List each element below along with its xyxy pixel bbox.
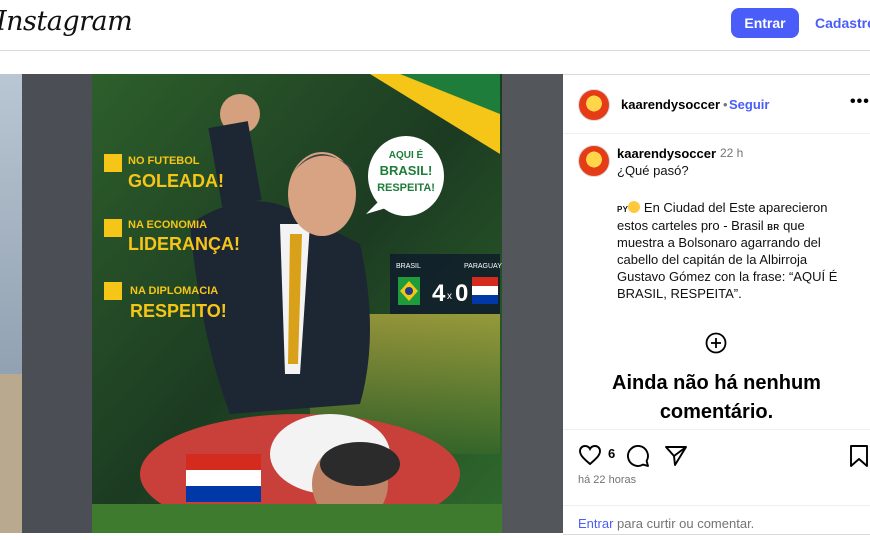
emoji-icon bbox=[628, 201, 641, 213]
no-comments-message: Ainda não há nenhum comentário. bbox=[563, 369, 870, 427]
separator-dot: • bbox=[723, 97, 728, 112]
slogan-3-big: RESPEITO! bbox=[130, 301, 227, 321]
caption-avatar[interactable] bbox=[578, 145, 610, 177]
speech-line-2: BRASIL! bbox=[380, 163, 433, 178]
save-bookmark-icon[interactable] bbox=[849, 444, 869, 468]
post-username[interactable]: kaarendysoccer bbox=[621, 97, 720, 112]
billboard-photo: NO FUTEBOL GOLEADA! NA ECONOMIA LIDERANÇ… bbox=[0, 74, 563, 533]
no-comments-line-1: Ainda não há nenhum bbox=[612, 372, 821, 394]
caption-line-1: ¿Qué pasó? bbox=[617, 163, 689, 178]
caption-line-3b: que bbox=[783, 218, 805, 233]
caption-line-6: Gustavo Gómez con la frase: “AQUÍ É bbox=[617, 269, 838, 284]
top-navbar: Instagram Entrar Cadastre-se bbox=[0, 0, 870, 51]
score-away-goals: 0 bbox=[455, 280, 468, 307]
score-home-team: BRASIL bbox=[396, 263, 421, 270]
caption-line-3: estos carteles pro - Brasil BR que bbox=[617, 218, 805, 233]
caption-line-3a: estos carteles pro - Brasil bbox=[617, 218, 764, 233]
caption-username[interactable]: kaarendysoccer bbox=[617, 146, 716, 161]
signup-link[interactable]: Cadastre-se bbox=[815, 15, 870, 31]
post-time-ago[interactable]: há 22 horas bbox=[578, 474, 636, 486]
instagram-logo[interactable]: Instagram bbox=[0, 6, 133, 37]
slogan-1-big: GOLEADA! bbox=[128, 171, 224, 191]
post-header: kaarendysoccer • Seguir ••• bbox=[563, 75, 870, 134]
flag-py-label: PY bbox=[617, 205, 629, 214]
post-actions: 6 há 22 horas Entrar para curtir ou come… bbox=[563, 429, 870, 535]
caption-line-2-text: En Ciudad del Este aparecieron bbox=[643, 200, 828, 215]
more-options-icon[interactable]: ••• bbox=[850, 93, 870, 111]
login-link[interactable]: Entrar bbox=[578, 516, 613, 531]
slogan-1-small: NO FUTEBOL bbox=[128, 155, 200, 167]
login-prompt-text: para curtir ou comentar. bbox=[617, 516, 755, 531]
comment-icon[interactable] bbox=[626, 444, 650, 468]
caption-line-4: muestra a Bolsonaro agarrando del bbox=[617, 235, 821, 250]
share-icon[interactable] bbox=[664, 444, 688, 468]
caption-line-5: cabello del capitán de la Albirroja bbox=[617, 252, 808, 267]
login-button[interactable]: Entrar bbox=[731, 8, 799, 38]
likes-count[interactable]: 6 bbox=[608, 446, 615, 461]
login-prompt: Entrar para curtir ou comentar. bbox=[563, 505, 870, 536]
speech-line-3: RESPEITA! bbox=[377, 182, 435, 194]
caption-line-7: BRASIL, RESPEITA”. bbox=[617, 286, 742, 301]
slogan-3-small: NA DIPLOMACIA bbox=[130, 285, 218, 297]
score-away-team: PARAGUAY bbox=[464, 263, 502, 270]
follow-button[interactable]: Seguir bbox=[729, 97, 769, 112]
flag-br-label: BR bbox=[767, 223, 780, 232]
speech-line-1: AQUI É bbox=[389, 148, 424, 161]
slogan-2-small: NA ECONOMIA bbox=[128, 219, 207, 231]
post-side-panel: kaarendysoccer • Seguir ••• kaarendysocc… bbox=[563, 74, 870, 535]
like-heart-icon[interactable] bbox=[578, 444, 602, 466]
score-home-goals: 4 bbox=[432, 280, 446, 307]
add-comment-icon[interactable] bbox=[705, 332, 727, 354]
caption-line-2: PY En Ciudad del Este aparecieron bbox=[617, 200, 827, 215]
score-sep: x bbox=[447, 291, 452, 302]
caption-timestamp[interactable]: 22 h bbox=[720, 146, 743, 160]
post-image[interactable]: NO FUTEBOL GOLEADA! NA ECONOMIA LIDERANÇ… bbox=[0, 74, 563, 533]
slogan-2-big: LIDERANÇA! bbox=[128, 234, 240, 254]
avatar[interactable] bbox=[578, 89, 610, 121]
no-comments-line-2: comentário. bbox=[659, 401, 774, 423]
scoreboard: BRASIL PARAGUAY 4 x 0 bbox=[390, 254, 502, 314]
